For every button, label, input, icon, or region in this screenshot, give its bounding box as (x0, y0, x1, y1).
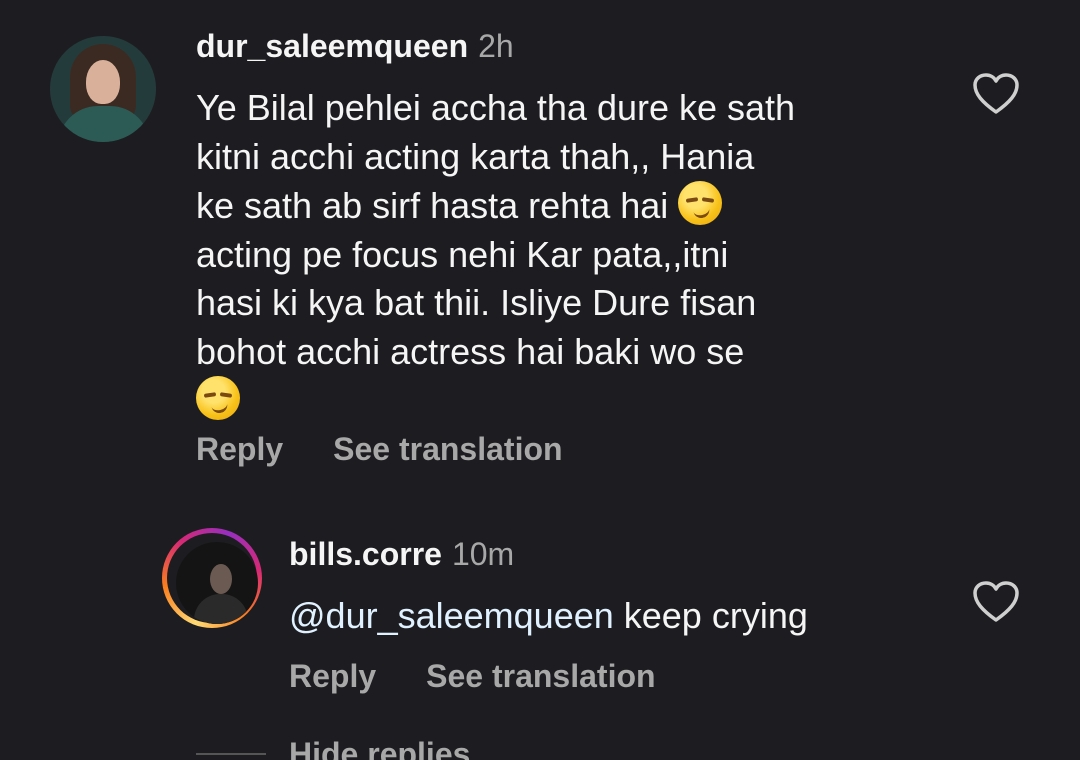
heart-outline-icon[interactable] (972, 580, 1020, 624)
comment-text-line (196, 376, 936, 426)
comment-text-line: ke sath ab sirf hasta rehta hai (196, 181, 936, 231)
avatar[interactable] (50, 36, 156, 142)
smirking-face-emoji-icon (678, 181, 723, 225)
comment-actions: Reply See translation (289, 656, 656, 696)
avatar-story-ring[interactable] (162, 528, 262, 628)
comment-text-segment: keep crying (613, 595, 808, 636)
smirking-face-emoji-icon (196, 376, 240, 420)
reply-button[interactable]: Reply (196, 431, 283, 467)
comment-text: @dur_saleemqueen keep crying (289, 592, 808, 641)
avatar-face (86, 60, 120, 104)
divider (196, 753, 266, 755)
comment-header: bills.corre 10m (289, 534, 514, 574)
reply-button[interactable]: Reply (289, 658, 376, 694)
see-translation-button[interactable]: See translation (426, 658, 655, 694)
comment-text-segment: ke sath ab sirf hasta rehta hai (196, 185, 669, 226)
comment-text-line: bohot acchi actress hai baki wo se (196, 330, 745, 372)
avatar[interactable] (176, 542, 258, 624)
comment-text: Ye Bilal pehlei accha tha dure ke sath k… (196, 84, 936, 426)
comment-actions: Reply See translation (196, 429, 563, 469)
comment-item: dur_saleemqueen 2h Ye Bilal pehlei accha … (0, 0, 1080, 490)
comment-header: dur_saleemqueen 2h (196, 26, 514, 66)
avatar-face (210, 564, 232, 594)
comment-username[interactable]: dur_saleemqueen (196, 28, 468, 64)
mention-link[interactable]: @dur_saleemqueen (289, 595, 614, 636)
comment-text-line: Ye Bilal pehlei accha tha dure ke sath (196, 87, 796, 128)
comment-text-line: hasi ki kya bat thii. Isliye Dure fisan (196, 282, 757, 323)
comment-username[interactable]: bills.corre (289, 536, 442, 572)
heart-outline-icon[interactable] (972, 72, 1020, 116)
comment-timestamp: 2h (478, 28, 514, 64)
comment-text-line: kitni acchi acting karta thah,, Hania (196, 135, 755, 177)
comment-text-line: acting pe focus nehi Kar pata,,itni (196, 233, 729, 275)
avatar-body (194, 594, 248, 624)
hide-replies-button[interactable]: Hide replies (289, 734, 470, 760)
comment-timestamp: 10m (451, 536, 515, 572)
see-translation-button[interactable]: See translation (333, 431, 562, 467)
